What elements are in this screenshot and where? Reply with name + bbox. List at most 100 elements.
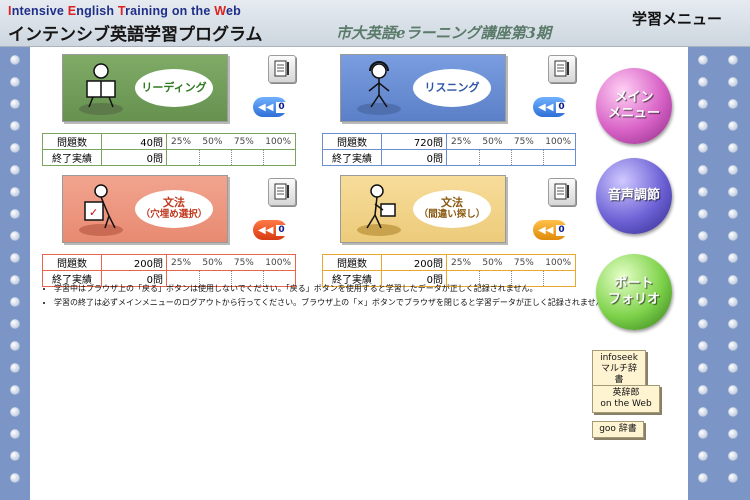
strip-hole (10, 231, 20, 241)
grammar-error-find-label: 文法 （間違い探し） (413, 190, 491, 228)
strip-hole (10, 253, 20, 263)
strip-hole (728, 253, 738, 263)
strip-hole (698, 77, 708, 87)
grammar-error-find-document-icon[interactable] (548, 178, 576, 206)
goo-dictionary-button[interactable]: goo 辞書 (592, 421, 644, 438)
strip-hole (10, 99, 20, 109)
strip-hole (728, 121, 738, 131)
course-title: 市大英語eラーニング講座第3期 (336, 24, 551, 42)
brand-logo-english: Intensive English Training on the Web (8, 4, 241, 18)
strip-hole (728, 451, 738, 461)
strip-hole (698, 209, 708, 219)
strip-hole (698, 55, 708, 65)
listening-document-icon[interactable] (548, 55, 576, 83)
strip-hole (10, 473, 20, 483)
main-menu-button[interactable]: メイン メニュー (596, 68, 672, 144)
grammar-fill-in-label: 文法 （穴埋め選択） (135, 190, 213, 228)
strip-hole (698, 473, 708, 483)
strip-hole (10, 77, 20, 87)
note-item: 学習の終了は必ずメインメニューのログアウトから行ってください。ブラウザ上の「×」… (54, 297, 615, 309)
strip-hole (728, 429, 738, 439)
strip-hole (10, 363, 20, 373)
strip-hole (10, 407, 20, 417)
note-item: 学習中はブラウザ上の「戻る」ボタンは使用しないでください。「戻る」ボタンを使用す… (54, 283, 615, 295)
strip-hole (698, 429, 708, 439)
strip-hole (698, 451, 708, 461)
strip-hole (698, 253, 708, 263)
strip-hole (698, 341, 708, 351)
grammar-error-find-back-button[interactable]: ◀◀ 0 (533, 220, 567, 240)
strip-hole (728, 209, 738, 219)
listening-module-button[interactable]: リスニング (340, 54, 506, 122)
listening-figure-icon (357, 61, 401, 115)
reading-label: リーディング (135, 69, 213, 107)
strip-hole (728, 165, 738, 175)
strip-hole (698, 385, 708, 395)
grammar-fill-in-progress-scale: 25% 50% 75% 100% (166, 254, 296, 271)
portfolio-button[interactable]: ポート フォリオ (596, 254, 672, 330)
strip-hole (10, 121, 20, 131)
listening-progress-scale: 25% 50% 75% 100% (446, 133, 576, 150)
strip-hole (698, 319, 708, 329)
strip-hole (698, 363, 708, 373)
strip-hole (10, 297, 20, 307)
strip-hole (728, 275, 738, 285)
grammar-fill-in-back-button[interactable]: ◀◀ 0 (253, 220, 287, 240)
strip-hole (10, 341, 20, 351)
listening-stats-table: 問題数 720問 25% 50% 75% 100% 終了実績 0問 (322, 133, 576, 166)
double-chevron-left-icon: ◀◀ (258, 224, 274, 236)
right-decorative-strip (688, 47, 750, 500)
strip-hole (698, 231, 708, 241)
strip-hole (10, 275, 20, 285)
strip-hole (728, 231, 738, 241)
strip-hole (698, 297, 708, 307)
grammar-search-figure-icon (357, 184, 401, 236)
strip-hole (728, 473, 738, 483)
reading-progress-bar (166, 149, 296, 166)
strip-hole (728, 77, 738, 87)
strip-hole (728, 55, 738, 65)
strip-hole (10, 209, 20, 219)
strip-hole (10, 319, 20, 329)
header: Intensive English Training on the Web イン… (0, 0, 750, 47)
reading-module-button[interactable]: リーディング (62, 54, 228, 122)
reading-figure-icon (79, 63, 123, 115)
reading-stats-table: 問題数 40問 25% 50% 75% 100% 終了実績 0問 (42, 133, 296, 166)
strip-hole (10, 143, 20, 153)
double-chevron-left-icon: ◀◀ (538, 101, 554, 113)
eijiro-dictionary-button[interactable]: 英辞郎 on the Web (592, 385, 660, 413)
page-title: 学習メニュー (631, 10, 722, 28)
brand-title-japanese: インテンシブ英語学習プログラム (8, 25, 263, 45)
double-chevron-left-icon: ◀◀ (538, 224, 554, 236)
reading-document-icon[interactable] (268, 55, 296, 83)
strip-hole (728, 297, 738, 307)
strip-hole (698, 165, 708, 175)
strip-hole (10, 429, 20, 439)
strip-hole (728, 341, 738, 351)
audio-settings-button[interactable]: 音声調節 (596, 158, 672, 234)
listening-back-button[interactable]: ◀◀ 0 (533, 97, 567, 117)
left-decorative-strip (0, 47, 30, 500)
reading-progress-scale: 25% 50% 75% 100% (166, 133, 296, 150)
strip-hole (698, 187, 708, 197)
double-chevron-left-icon: ◀◀ (258, 101, 274, 113)
strip-hole (698, 407, 708, 417)
strip-hole (10, 385, 20, 395)
strip-hole (728, 385, 738, 395)
grammar-fill-in-document-icon[interactable] (268, 178, 296, 206)
infoseek-dictionary-button[interactable]: infoseek マルチ辞書 (592, 350, 646, 389)
grammar-figure-icon: ✓ (79, 184, 123, 236)
strip-hole (698, 121, 708, 131)
grammar-fill-in-module-button[interactable]: ✓ 文法 （穴埋め選択） (62, 175, 228, 243)
strip-hole (10, 187, 20, 197)
strip-hole (10, 55, 20, 65)
grammar-error-find-progress-scale: 25% 50% 75% 100% (446, 254, 576, 271)
strip-hole (10, 165, 20, 175)
strip-hole (698, 99, 708, 109)
grammar-error-find-module-button[interactable]: 文法 （間違い探し） (340, 175, 506, 243)
strip-hole (698, 143, 708, 153)
reading-back-button[interactable]: ◀◀ 0 (253, 97, 287, 117)
svg-text:✓: ✓ (89, 206, 98, 219)
strip-hole (728, 363, 738, 373)
listening-progress-bar (446, 149, 576, 166)
